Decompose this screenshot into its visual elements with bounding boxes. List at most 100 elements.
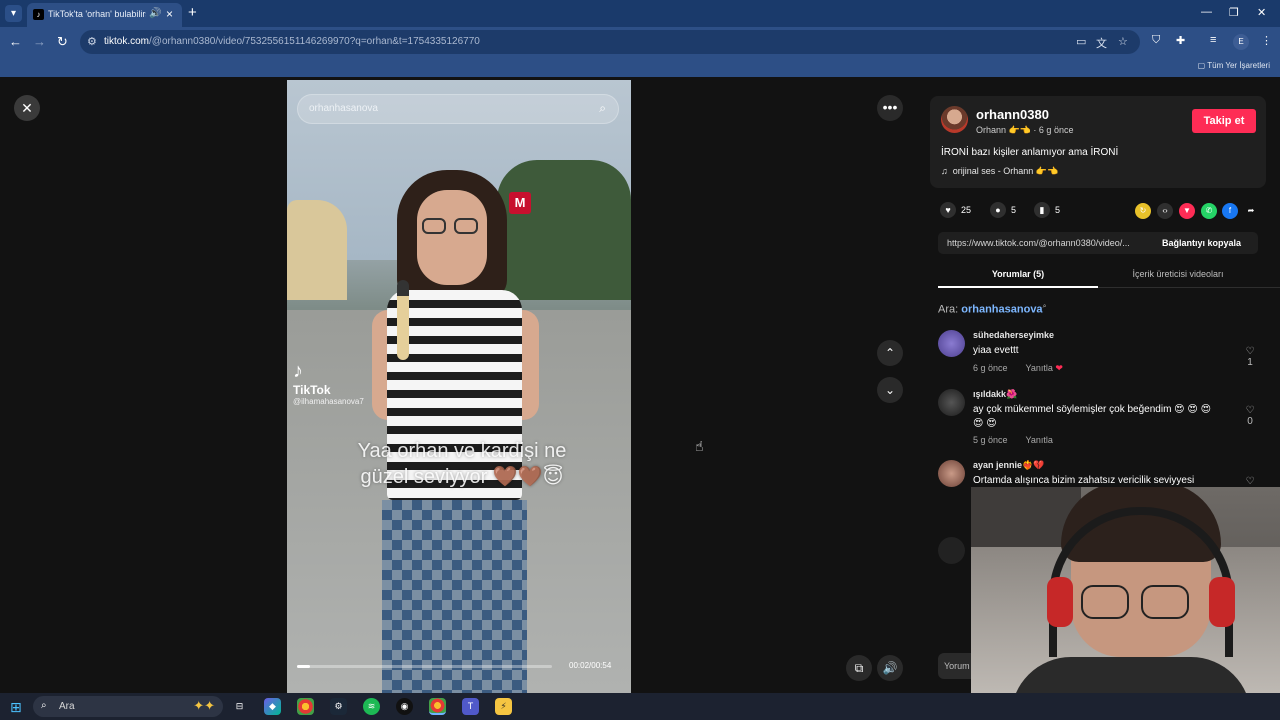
comment-username[interactable]: sühedaherseyimke (973, 330, 1054, 340)
browser-toolbar: ← → ↻ ⚙ tiktok.com/@orhann0380/video/753… (0, 27, 1280, 57)
tab-search-icon[interactable]: ▾ (5, 5, 22, 22)
bookmarks-bar: ▢ Tüm Yer İşaretleri (0, 57, 1280, 77)
active-tab-indicator (938, 286, 1098, 288)
video-player[interactable]: M orhanhasanova ⌕ ♪ TikTok @ilhamahasano… (287, 80, 631, 693)
bookmark-star-icon[interactable]: ☆ (1118, 35, 1128, 48)
share-link-url[interactable]: https://www.tiktok.com/@orhann0380/video… (947, 238, 1153, 248)
close-video-button[interactable]: ✕ (14, 95, 40, 121)
author-username[interactable]: orhann0380 (976, 107, 1049, 122)
creator-liked-icon: ❤ (1055, 363, 1063, 373)
all-bookmarks-link[interactable]: ▢ Tüm Yer İşaretleri (1198, 61, 1270, 70)
teams-icon[interactable]: T (462, 698, 479, 715)
video-progress-bar[interactable] (297, 665, 552, 668)
share-arrow-icon[interactable]: ➦ (1243, 203, 1259, 219)
comment-meta: 5 g önce Yanıtla (973, 435, 1053, 445)
author-card: orhann0380 Orhann 👉👈 · 6 g önce Takip et… (930, 96, 1266, 188)
mini-player-icon[interactable]: ⧉ (846, 655, 872, 681)
comment-icon: ● (990, 202, 1006, 218)
panel-tabs: Yorumlar (5) İçerik üreticisi videoları (938, 264, 1280, 288)
comment-meta: 6 g önce Yanıtla ❤ (973, 363, 1063, 373)
video-search-overlay: orhanhasanova ⌕ (297, 94, 619, 124)
tab-creator-videos[interactable]: İçerik üreticisi videoları (1098, 269, 1258, 279)
bookmark-icon: ▮ (1034, 202, 1050, 218)
obs-icon[interactable]: ◉ (396, 698, 413, 715)
tiktok-logo-icon: ♪ (293, 360, 303, 382)
translate-icon[interactable]: 文 (1096, 35, 1107, 51)
tab-close-icon[interactable]: × (166, 7, 173, 21)
browser-tab-bar: ▾ ♪ TikTok'ta 'orhan' bulabilirsin 🔊 × +… (0, 0, 1280, 27)
profile-avatar[interactable]: E (1233, 34, 1249, 50)
music-link[interactable]: ♫ orijinal ses - Orhann 👉👈 (941, 166, 1058, 177)
taskbar-search[interactable]: ⌕ Ara ✦✦ (33, 696, 223, 717)
watermark-user: @ilhamahasanova7 (293, 397, 364, 406)
embed-icon[interactable]: ‹› (1157, 203, 1173, 219)
restore-icon[interactable]: ❐ (1229, 6, 1239, 19)
cast-icon[interactable]: ▭ (1076, 35, 1086, 48)
tab-audio-icon[interactable]: 🔊 (149, 8, 161, 19)
windows-start-icon[interactable]: ⊞ (10, 699, 22, 716)
next-video-button[interactable]: ⌄ (877, 377, 903, 403)
comment-like-button[interactable]: ♡ 0 (1243, 405, 1257, 427)
search-icon: ⌕ (1042, 303, 1047, 310)
minimize-icon[interactable]: — (1201, 6, 1212, 18)
comment-text: Ortamda alışınca bizim zahatsız vericili… (973, 475, 1195, 486)
address-bar[interactable]: ⚙ tiktok.com/@orhann0380/video/753255615… (80, 30, 1140, 54)
tiktok-favicon-icon: ♪ (33, 9, 44, 20)
comment-avatar[interactable] (938, 537, 965, 564)
volume-icon[interactable]: 🔊 (877, 655, 903, 681)
comment-search-hint: Ara: orhanhasanova⌕ (938, 303, 1047, 316)
follow-button[interactable]: Takip et (1192, 109, 1256, 133)
facebook-icon[interactable]: f (1222, 203, 1238, 219)
copilot-icon[interactable]: ◆ (264, 698, 281, 715)
steam-icon[interactable]: ⚙ (330, 698, 347, 715)
reply-link[interactable]: Yanıtla (1026, 435, 1053, 445)
heart-outline-icon: ♡ (1245, 346, 1255, 357)
site-info-icon[interactable]: ⚙ (87, 35, 97, 48)
menu-icon[interactable]: ⋮ (1261, 34, 1272, 47)
comment-username[interactable]: ışıldakk🌺 (973, 389, 1017, 400)
back-icon[interactable]: ← (9, 34, 22, 49)
comment-username[interactable]: ayan jennie❤️‍🔥💔 (973, 460, 1044, 471)
microphone-prop (397, 280, 409, 360)
whatsapp-icon[interactable]: ✆ (1201, 203, 1217, 219)
comment-button[interactable]: ● 5 (990, 202, 1016, 218)
tab-comments[interactable]: Yorumlar (5) (938, 269, 1098, 279)
tab-title: TikTok'ta 'orhan' bulabilirsin (48, 9, 146, 19)
send-icon[interactable]: ▼ (1179, 203, 1195, 219)
comment-avatar[interactable] (938, 389, 965, 416)
media-icon[interactable]: ≡ (1210, 34, 1216, 46)
save-button[interactable]: ▮ 5 (1034, 202, 1060, 218)
comment-avatar[interactable] (938, 330, 965, 357)
forward-icon[interactable]: → (33, 34, 46, 49)
copy-link-button[interactable]: Bağlantıyı kopyala (1162, 238, 1241, 248)
url-text[interactable]: tiktok.com/@orhann0380/video/75325561511… (104, 36, 480, 47)
author-avatar[interactable] (941, 106, 968, 133)
comment-like-button[interactable]: ♡ (1243, 476, 1257, 487)
chrome-icon[interactable] (297, 698, 314, 715)
chrome-active-icon[interactable] (429, 698, 446, 715)
reply-link[interactable]: Yanıtla (1026, 363, 1053, 373)
extensions-icon[interactable]: ✚ (1176, 34, 1185, 47)
like-button[interactable]: ♥ 25 (940, 202, 971, 218)
shield-icon[interactable]: ⛉ (1152, 34, 1160, 47)
mouse-cursor-icon: ☝ (695, 438, 704, 454)
app-icon[interactable]: ⚡ (495, 698, 512, 715)
comment-avatar[interactable] (938, 460, 965, 487)
search-term-link[interactable]: orhanhasanova (961, 304, 1042, 316)
comment-like-button[interactable]: ♡ 1 (1243, 346, 1257, 368)
watermark-brand: TikTok (293, 383, 331, 397)
video-search-query: orhanhasanova (309, 103, 378, 114)
previous-video-button[interactable]: ⌃ (877, 340, 903, 366)
music-note-icon: ♫ (941, 166, 948, 176)
more-options-button[interactable]: ••• (877, 95, 903, 121)
reload-icon[interactable]: ↻ (57, 34, 68, 50)
repost-icon[interactable]: ↻ (1135, 203, 1151, 219)
task-view-icon[interactable]: ⊟ (231, 698, 248, 715)
spotify-icon[interactable]: ≋ (363, 698, 380, 715)
window-close-icon[interactable]: ✕ (1257, 6, 1266, 19)
video-building (287, 200, 347, 300)
webcam-overlay (971, 487, 1280, 720)
video-caption: Yaa orhan ve kardişi ne güzel seviyyor 🤎… (357, 440, 567, 488)
new-tab-button[interactable]: + (188, 4, 197, 21)
browser-tab[interactable]: ♪ TikTok'ta 'orhan' bulabilirsin 🔊 × (27, 3, 182, 27)
